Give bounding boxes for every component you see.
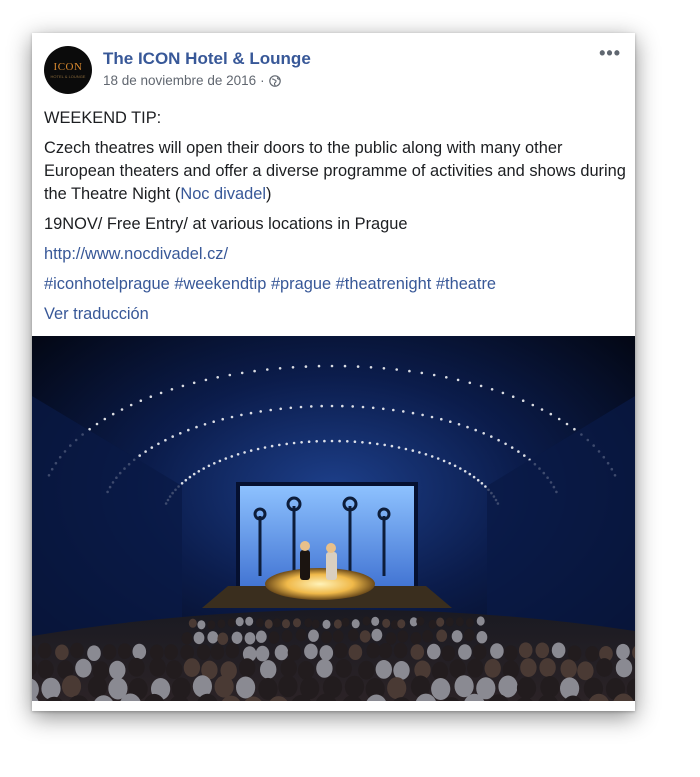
- website-link[interactable]: http://www.nocdivadel.cz/: [44, 243, 629, 266]
- main-paragraph-end: ): [266, 185, 272, 203]
- post-date-link[interactable]: 18 de noviembre de 2016: [103, 73, 256, 88]
- noc-divadel-link[interactable]: Noc divadel: [180, 185, 266, 203]
- avatar-logo-subtext: HOTEL & LOUNGE: [50, 74, 86, 79]
- theatre-photo-illustration: [32, 336, 635, 711]
- hashtag-link[interactable]: #prague: [271, 275, 331, 293]
- hashtags: #iconhotelprague #weekendtip #prague #th…: [44, 273, 629, 296]
- page-avatar[interactable]: ICON HOTEL & LOUNGE: [44, 46, 92, 94]
- post-meta: 18 de noviembre de 2016 ·: [103, 73, 281, 90]
- more-options-icon[interactable]: •••: [599, 43, 621, 64]
- hashtag-link[interactable]: #theatrenight: [336, 275, 432, 293]
- globe-icon: [268, 75, 281, 90]
- hashtag-link[interactable]: #theatre: [436, 275, 496, 293]
- event-line: 19NOV/ Free Entry/ at various locations …: [44, 215, 408, 233]
- hashtag-link[interactable]: #weekendtip: [174, 275, 266, 293]
- post-text: WEEKEND TIP: Czech theatres will open th…: [44, 107, 629, 333]
- theatre-photo[interactable]: [32, 336, 635, 711]
- tip-heading: WEEKEND TIP:: [44, 109, 162, 127]
- page-name-link[interactable]: The ICON Hotel & Lounge: [103, 49, 311, 69]
- meta-separator: ·: [260, 73, 265, 88]
- facebook-post-card: ICON HOTEL & LOUNGE The ICON Hotel & Lou…: [32, 33, 635, 711]
- post-header: ICON HOTEL & LOUNGE The ICON Hotel & Lou…: [32, 33, 635, 103]
- avatar-logo-text: ICON: [53, 61, 83, 73]
- hashtag-link[interactable]: #iconhotelprague: [44, 275, 170, 293]
- main-paragraph: Czech theatres will open their doors to …: [44, 137, 629, 206]
- see-translation-link[interactable]: Ver traducción: [44, 303, 629, 326]
- main-paragraph-text: Czech theatres will open their doors to …: [44, 139, 626, 203]
